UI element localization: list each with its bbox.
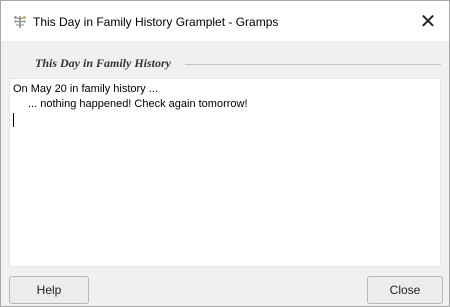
gramplet-content: This Day in Family History On May 20 in … — [1, 41, 449, 267]
history-result-line: ... nothing happened! Check again tomorr… — [28, 98, 248, 110]
window-title: This Day in Family History Gramplet - Gr… — [33, 15, 279, 29]
history-text-view[interactable]: On May 20 in family history ... ... noth… — [9, 78, 441, 267]
close-icon[interactable]: ✕ — [417, 10, 439, 32]
close-button[interactable]: Close — [367, 276, 443, 304]
text-caret — [13, 113, 14, 127]
button-bar: Help Close — [1, 267, 449, 306]
section-header: This Day in Family History — [9, 48, 441, 76]
history-intro-line: On May 20 in family history ... — [13, 83, 158, 95]
help-button[interactable]: Help — [9, 276, 89, 304]
section-title: This Day in Family History — [35, 56, 172, 70]
gramplet-dialog-window: This Day in Family History Gramplet - Gr… — [0, 0, 450, 307]
gramps-tree-icon — [13, 15, 27, 29]
section-divider — [185, 64, 441, 65]
title-bar[interactable]: This Day in Family History Gramplet - Gr… — [1, 1, 449, 41]
